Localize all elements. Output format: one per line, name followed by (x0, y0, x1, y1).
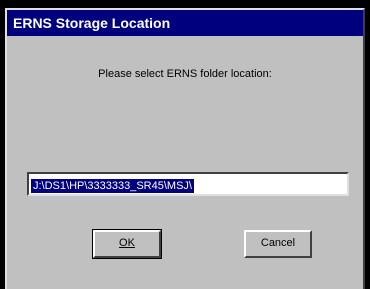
storage-location-dialog: ERNS Storage Location Please select ERNS… (5, 8, 365, 289)
ok-button[interactable]: OK (92, 229, 162, 259)
ok-button-label: OK (119, 237, 135, 249)
folder-path-input[interactable]: J:\DS1\HP\3333333_SR45\MSJ\ (27, 172, 349, 196)
dialog-title: ERNS Storage Location (7, 10, 363, 36)
folder-prompt: Please select ERNS folder location: (98, 68, 272, 80)
folder-path-value: J:\DS1\HP\3333333_SR45\MSJ\ (31, 179, 194, 193)
cancel-button[interactable]: Cancel (244, 230, 312, 258)
